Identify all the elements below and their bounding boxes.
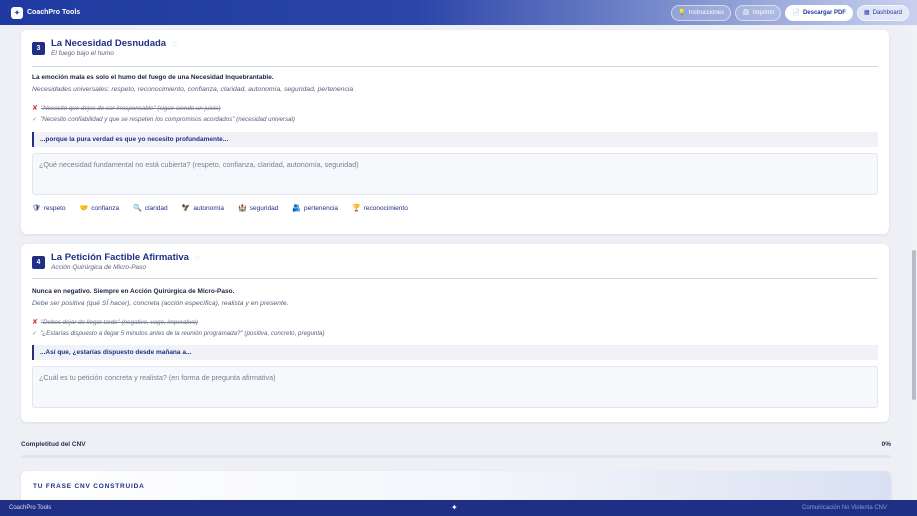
print-button[interactable]: 🖨 Imprimir: [735, 4, 782, 21]
check-icon: ✓: [32, 116, 38, 123]
request-textarea[interactable]: ¿Cuál es tu petición concreta y realista…: [32, 366, 878, 408]
chip-label: autonomía: [193, 204, 225, 212]
logo-icon: ✦: [451, 503, 458, 512]
section-3-header: 3 La Necesidad Desnudada El fuego bajo e…: [32, 38, 177, 57]
sentence-label: TU FRASE CNV CONSTRUIDA: [33, 483, 145, 490]
bad-example-text: "Necesito que dejes de ser irresponsable…: [40, 104, 221, 112]
dashboard-button[interactable]: ▦ Dashboard: [856, 4, 909, 21]
check-icon: ✓: [32, 330, 38, 337]
rule-text: Debe ser positiva (qué SÍ hacer), concre…: [32, 300, 289, 307]
section-intro: Nunca en negativo. Siempre en Acción Qui…: [32, 288, 235, 295]
document-icon: 📄: [792, 10, 800, 16]
chip-pertenencia[interactable]: 🫂 pertenencia: [292, 204, 339, 213]
section-number: 3: [32, 42, 45, 55]
progress-value: 0%: [881, 441, 891, 448]
chip-respeto[interactable]: 🛡 respeto: [32, 204, 66, 213]
logo-icon: ✦: [11, 6, 23, 19]
bad-example: ✘ "Necesito que dejes de ser irresponsab…: [32, 104, 221, 113]
prompt-bar: ...porque la pura verdad es que yo neces…: [32, 132, 878, 147]
good-example: ✓ "Necesito confiabilidad y que se respe…: [32, 116, 295, 123]
prompt-bar: ...Así que, ¿estarías dispuesto desde ma…: [32, 345, 878, 360]
chip-label: claridad: [144, 204, 168, 212]
section-title: La Petición Factible Afirmativa: [51, 252, 189, 263]
lightbulb-icon: 💡: [678, 10, 686, 16]
needs-chips: 🛡 respeto 🤝 confianza 🔍 claridad 🦅 autonomía…: [32, 204, 408, 213]
instructions-button[interactable]: 💡 Instrucciones: [671, 4, 732, 21]
cross-icon: ✘: [32, 319, 38, 326]
section-title: La Necesidad Desnudada: [51, 38, 167, 49]
chip-claridad[interactable]: 🔍 claridad: [133, 204, 168, 213]
chip-seguridad[interactable]: 🏰 seguridad: [238, 204, 279, 213]
progress-row: Completitud del CNV 0%: [21, 441, 891, 448]
section-divider: [32, 66, 878, 67]
download-pdf-label: Descargar PDF: [802, 9, 846, 16]
chip-confianza[interactable]: 🤝 confianza: [79, 204, 120, 213]
universal-needs-text: Necesidades universales: respeto, recono…: [32, 86, 354, 93]
footer-brand: CoachPro Tools: [9, 505, 52, 511]
section-subtitle: El fuego bajo el humo: [51, 50, 114, 57]
good-example: ✓ "¿Estarías dispuesto a llegar 5 minuto…: [32, 330, 325, 337]
heart-icon: ♡: [171, 42, 178, 49]
chip-autonomia[interactable]: 🦅 autonomía: [181, 204, 225, 213]
download-pdf-button[interactable]: 📄 Descargar PDF: [785, 4, 853, 21]
dashboard-label: Dashboard: [872, 9, 902, 16]
section-3-card: 3 La Necesidad Desnudada El fuego bajo e…: [21, 30, 889, 234]
instructions-label: Instrucciones: [688, 9, 725, 16]
section-subtitle: Acción Quirúrgica de Micro-Paso: [51, 264, 147, 271]
footer: CoachPro Tools ✦ Comunicación No Violent…: [0, 500, 917, 516]
shield-icon: 🛡: [32, 205, 41, 212]
cross-icon: ✘: [32, 105, 38, 112]
section-number: 4: [32, 256, 45, 269]
heart-icon: ♡: [193, 256, 201, 263]
bad-example-text: "Debes dejar de llegar tarde" (negativo,…: [40, 318, 198, 326]
grid-icon: ▦: [863, 10, 870, 16]
printer-icon: 🖨: [742, 10, 750, 16]
progress-track: [21, 455, 891, 458]
section-divider: [32, 278, 878, 279]
chip-label: seguridad: [249, 204, 279, 212]
chip-label: pertenencia: [304, 204, 339, 212]
bad-example: ✘ "Debes dejar de llegar tarde" (negativ…: [32, 318, 198, 327]
brand[interactable]: ✦ CoachPro Tools: [11, 6, 81, 19]
good-example-text: "¿Estarías dispuesto a llegar 5 minutos …: [40, 330, 325, 337]
footer-right: Comunicación No Violenta CNV: [802, 505, 887, 511]
section-intro: La emoción mala es solo el humo del fueg…: [32, 74, 274, 81]
top-bar: ✦ CoachPro Tools 💡 Instrucciones 🖨 Impri…: [0, 0, 917, 25]
toolbar-actions: 💡 Instrucciones 🖨 Imprimir 📄 Descargar P…: [671, 4, 909, 21]
scrollbar-thumb[interactable]: [912, 250, 916, 400]
people-hug-icon: 🫂: [292, 205, 302, 212]
chip-label: reconocimiento: [363, 204, 408, 212]
need-textarea[interactable]: ¿Qué necesidad fundamental no está cubie…: [32, 153, 878, 195]
magnifier-icon: 🔍: [133, 205, 142, 212]
progress-label: Completitud del CNV: [21, 441, 86, 448]
section-4-card: 4 La Petición Factible Afirmativa Acción…: [21, 244, 889, 422]
print-label: Imprimir: [752, 9, 775, 16]
eagle-icon: 🦅: [181, 205, 191, 212]
chip-label: confianza: [91, 204, 120, 212]
castle-icon: 🏰: [238, 205, 247, 212]
good-example-text: "Necesito confiabilidad y que se respete…: [40, 116, 295, 123]
chip-reconocimiento[interactable]: 🏆 reconocimiento: [352, 204, 408, 213]
brand-name: CoachPro Tools: [27, 9, 81, 16]
handshake-icon: 🤝: [79, 205, 89, 212]
chip-label: respeto: [43, 204, 66, 212]
section-4-header: 4 La Petición Factible Afirmativa Acción…: [32, 252, 200, 271]
trophy-icon: 🏆: [352, 205, 361, 212]
